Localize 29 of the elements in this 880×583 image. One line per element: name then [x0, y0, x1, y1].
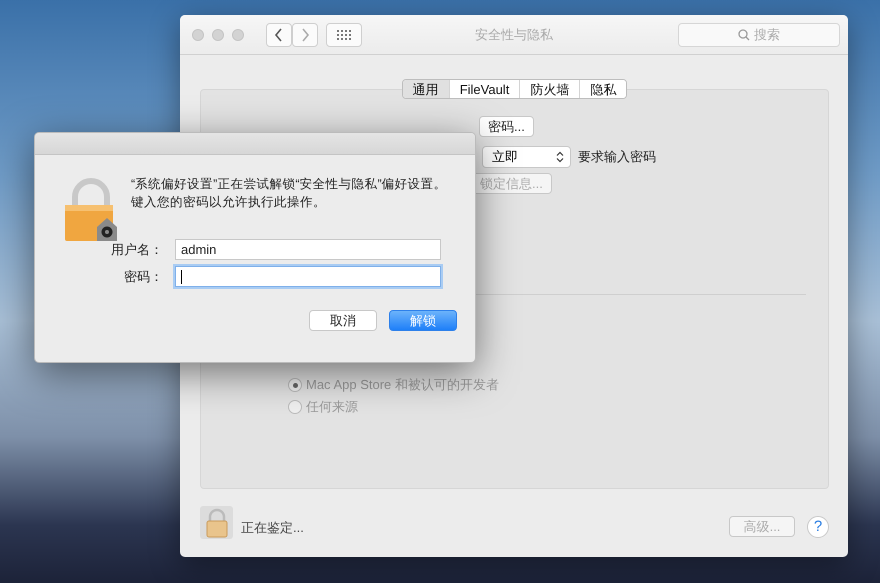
- updown-icon: [556, 151, 564, 163]
- back-button[interactable]: [266, 22, 292, 46]
- chevron-right-icon: [300, 28, 310, 42]
- cancel-button[interactable]: 取消: [309, 310, 377, 331]
- radio-label: 任何来源: [306, 398, 358, 416]
- require-password-label: 要求输入密码: [578, 148, 656, 166]
- input-field[interactable]: [175, 266, 441, 287]
- change-password-button[interactable]: 密码...: [479, 116, 534, 137]
- zoom-button[interactable]: [232, 28, 244, 40]
- tab[interactable]: 隐私: [579, 80, 626, 98]
- grid-icon: [337, 30, 351, 40]
- dialog-message: “系统偏好设置”正在尝试解锁“安全性与隐私”偏好设置。键入您的密码以允许执行此操作。: [131, 176, 448, 211]
- search-icon: [738, 28, 750, 40]
- window-title: 安全性与隐私: [474, 26, 554, 44]
- padlock-gear-icon: [63, 177, 119, 243]
- input-field[interactable]: admin: [175, 239, 441, 260]
- radio-label: Mac App Store 和被认可的开发者: [306, 376, 499, 394]
- padlock-icon: [204, 508, 228, 538]
- show-all-button[interactable]: [326, 22, 362, 46]
- minimize-button[interactable]: [212, 28, 224, 40]
- status-text: 正在鉴定...: [241, 518, 304, 536]
- delay-popup[interactable]: 立即: [482, 146, 571, 168]
- field-label: 用户名：: [110, 240, 163, 258]
- chevron-left-icon: [274, 28, 284, 42]
- padlock-button[interactable]: [200, 506, 233, 539]
- tab[interactable]: 通用: [402, 80, 449, 98]
- field-label: 密码：: [123, 268, 163, 286]
- help-button[interactable]: ?: [807, 516, 829, 538]
- close-button[interactable]: [192, 28, 204, 40]
